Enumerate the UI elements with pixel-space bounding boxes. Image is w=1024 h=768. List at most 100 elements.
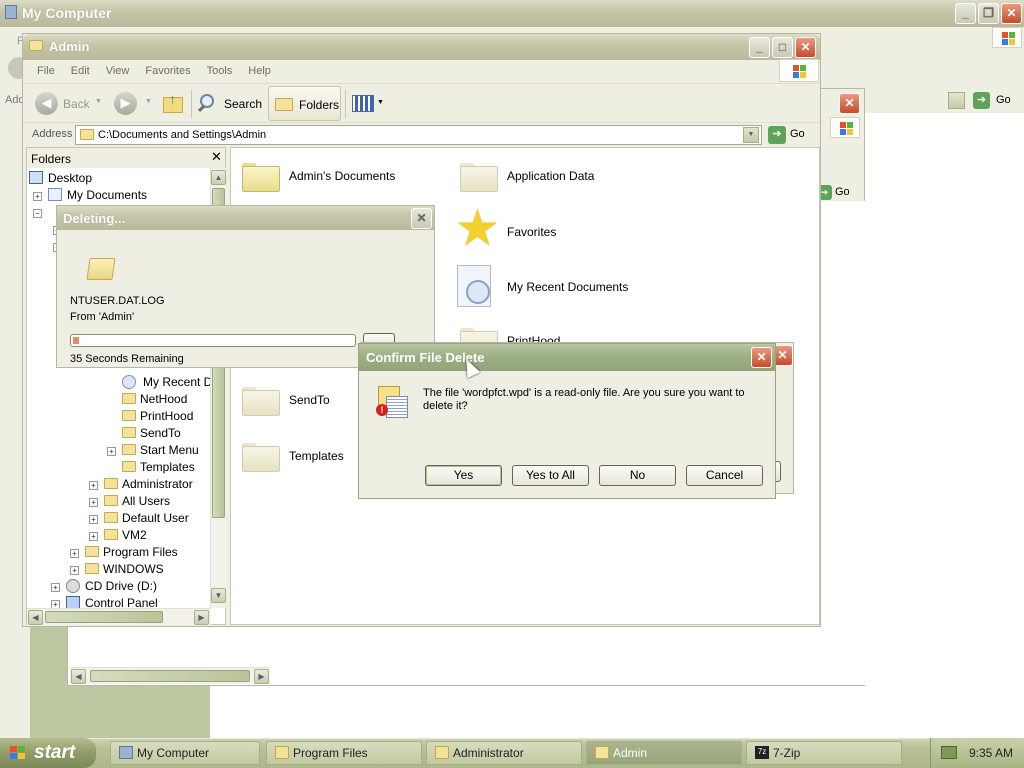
scroll-thumb[interactable] xyxy=(90,670,250,682)
menu-edit[interactable]: Edit xyxy=(63,60,98,82)
task-administrator[interactable]: Administrator xyxy=(426,741,582,765)
tree-item-program-files[interactable]: + Program Files xyxy=(70,544,178,561)
go-label[interactable]: Go xyxy=(996,94,1011,106)
folders-pane-close-icon[interactable]: ✕ xyxy=(211,149,222,165)
menu-tools[interactable]: Tools xyxy=(199,60,241,82)
item-favorites[interactable]: ★ Favorites xyxy=(455,200,657,258)
folders-pane-title: Folders xyxy=(31,152,72,166)
go-arrow-icon[interactable]: ➔ xyxy=(768,126,786,144)
folder-icon xyxy=(275,746,289,759)
up-arrow-icon: ↑ xyxy=(169,91,176,107)
tree-item-my-documents[interactable]: + My Documents xyxy=(33,187,147,204)
close-button[interactable]: ✕ xyxy=(411,208,432,229)
close-button[interactable]: ✕ xyxy=(1001,3,1022,24)
scroll-up-arrow-icon[interactable]: ▲ xyxy=(211,170,226,185)
maximize-button[interactable]: □ xyxy=(772,37,793,58)
seven-zip-icon: 7z xyxy=(755,746,769,759)
task-program-files[interactable]: Program Files xyxy=(266,741,422,765)
search-label: Search xyxy=(224,97,263,111)
menu-help[interactable]: Help xyxy=(240,60,279,82)
folders-hscroll[interactable]: ◀ ▶ xyxy=(27,608,211,625)
forward-dropdown-icon[interactable]: ▼ xyxy=(145,98,152,105)
go-arrow-icon[interactable]: ➔ xyxy=(973,92,990,109)
address-dropdown-arrow-icon[interactable]: ▼ xyxy=(743,127,759,143)
maximize-button[interactable]: ❐ xyxy=(978,3,999,24)
no-button[interactable]: No xyxy=(599,465,676,486)
close-button[interactable]: ✕ xyxy=(751,347,772,368)
yes-to-all-button[interactable]: Yes to All xyxy=(512,465,589,486)
yes-button[interactable]: Yes xyxy=(425,465,502,486)
task-admin[interactable]: Admin xyxy=(586,741,742,765)
close-button-2[interactable]: ✕ xyxy=(839,93,860,114)
scroll-left-arrow-icon[interactable]: ◀ xyxy=(71,669,86,684)
deleting-filename: NTUSER.DAT.LOG xyxy=(70,295,165,307)
scroll-left-arrow-icon[interactable]: ◀ xyxy=(28,610,43,625)
back-window-2-hscroll[interactable]: ◀ ▶ xyxy=(70,667,270,684)
close-button[interactable]: ✕ xyxy=(795,37,816,58)
views-grid-icon xyxy=(352,95,374,112)
folders-button[interactable]: Folders xyxy=(268,86,341,121)
tree-item-start-menu[interactable]: + Start Menu xyxy=(107,442,199,459)
go-label-2[interactable]: Go xyxy=(835,186,850,198)
up-folder-button[interactable]: ↑ xyxy=(163,91,185,115)
flying-folder-icon xyxy=(86,258,116,280)
clock[interactable]: 9:35 AM xyxy=(969,746,1013,760)
network-icon[interactable] xyxy=(941,746,957,759)
tree-item-desktop[interactable]: Desktop xyxy=(29,170,92,187)
folder-icon xyxy=(80,129,94,140)
scroll-thumb[interactable] xyxy=(45,611,163,623)
search-button[interactable]: Search xyxy=(197,90,263,118)
deleting-titlebar[interactable]: Deleting... ✕ xyxy=(57,206,434,230)
minimize-button[interactable]: _ xyxy=(955,3,976,24)
search-handle xyxy=(197,104,206,113)
deleting-progress-bar xyxy=(70,334,356,347)
views-dropdown-icon: ▼ xyxy=(377,99,384,106)
tree-item-vm2[interactable]: + VM2 xyxy=(89,527,147,544)
start-button[interactable]: start xyxy=(0,738,96,768)
tree-item-administrator[interactable]: + Administrator xyxy=(89,476,193,493)
forward-button[interactable]: ▶ ▼ xyxy=(113,91,153,117)
item-application-data[interactable]: Application Data xyxy=(457,156,657,196)
menu-file[interactable]: File xyxy=(29,60,63,82)
tree-item-nethood[interactable]: NetHood xyxy=(122,391,187,408)
cancel-button[interactable]: Cancel xyxy=(686,465,763,486)
task-my-computer[interactable]: My Computer xyxy=(110,741,260,765)
item-my-recent-documents[interactable]: My Recent Documents xyxy=(457,263,677,313)
recent-documents-icon xyxy=(457,265,491,307)
scroll-right-arrow-icon[interactable]: ▶ xyxy=(254,669,269,684)
minimize-button[interactable]: _ xyxy=(749,37,770,58)
go-label[interactable]: Go xyxy=(790,128,805,140)
scroll-down-arrow-icon[interactable]: ▼ xyxy=(211,588,226,603)
tree-item-collapsed[interactable]: − xyxy=(33,204,48,221)
tree-item-templates[interactable]: Templates xyxy=(122,459,195,476)
item-admins-documents[interactable]: Admin's Documents xyxy=(239,156,439,196)
confirm-titlebar[interactable]: Confirm File Delete ✕ xyxy=(359,344,775,371)
tree-item-windows[interactable]: + WINDOWS xyxy=(70,561,164,578)
folder-icon xyxy=(460,160,498,192)
folder-icon xyxy=(242,160,280,192)
back-button[interactable]: ◀ Back ▼ xyxy=(33,91,103,117)
tree-item-sendto[interactable]: SendTo xyxy=(122,425,181,442)
menu-favorites[interactable]: Favorites xyxy=(137,60,198,82)
confirm-delete-dialog: Confirm File Delete ✕ ! The file 'wordpf… xyxy=(358,343,776,499)
favorites-star-icon: ★ xyxy=(455,200,500,256)
menu-view[interactable]: View xyxy=(98,60,138,82)
tree-item-all-users[interactable]: + All Users xyxy=(89,493,170,510)
desktop-icon xyxy=(29,171,43,184)
admin-titlebar[interactable]: Admin _ □ ✕ xyxy=(23,34,820,60)
item-printhood[interactable]: PrintHood xyxy=(457,323,657,343)
tree-item-my-recent-documents[interactable]: My Recent Do xyxy=(122,374,219,391)
address-dropdown-arrow-icon[interactable] xyxy=(948,92,965,109)
my-computer-titlebar[interactable]: My Computer _ ❐ ✕ xyxy=(0,0,1024,27)
task-7zip[interactable]: 7z 7-Zip xyxy=(746,741,902,765)
back-dropdown-icon[interactable]: ▼ xyxy=(95,98,102,105)
tree-item-default-user[interactable]: + Default User xyxy=(89,510,189,527)
views-button[interactable]: ▼ xyxy=(349,92,385,116)
tree-item-cd-drive[interactable]: + CD Drive (D:) xyxy=(51,578,157,595)
forward-arrow-icon: ▶ xyxy=(114,92,137,115)
scroll-right-arrow-icon[interactable]: ▶ xyxy=(194,610,209,625)
tree-item-printhood[interactable]: PrintHood xyxy=(122,408,193,425)
readonly-file-warning-icon: ! xyxy=(376,386,410,420)
my-documents-icon xyxy=(48,188,62,201)
address-field[interactable]: C:\Documents and Settings\Admin ▼ xyxy=(75,125,762,145)
